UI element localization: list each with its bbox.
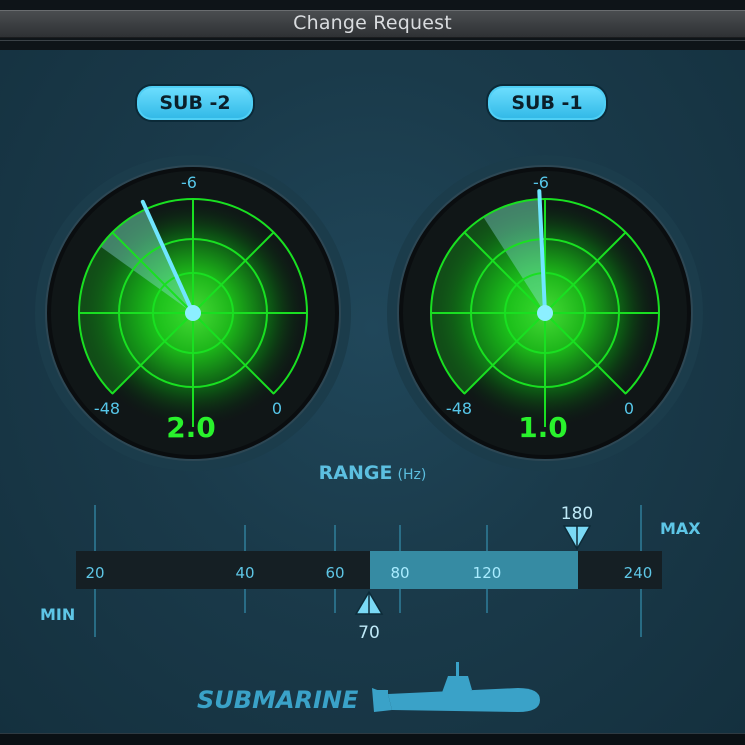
range-label: RANGE — [318, 462, 393, 484]
title-bar: Change Request — [0, 0, 745, 50]
range-slider[interactable]: 20 40 60 80 120 240 180 70 MIN MAX — [0, 500, 745, 650]
meter-scale-top: -6 — [181, 173, 197, 192]
meter-scale-top: -6 — [533, 173, 549, 192]
meter-value-readout: 2.0 — [166, 411, 216, 444]
range-tick: 120 — [473, 564, 502, 582]
range-unit: (Hz) — [397, 467, 427, 483]
sub-2-button[interactable]: SUB -2 — [135, 84, 255, 122]
plugin-window: Change Request SUB -2 SUB -1 -6 -48 0 2.… — [0, 0, 745, 745]
bottom-bar — [0, 733, 745, 745]
meter-scale-left: -48 — [446, 399, 472, 418]
sub-1-meter[interactable]: -6 -48 0 1.0 — [385, 153, 705, 473]
meter-needle-hub — [185, 305, 201, 321]
meter-scale-right: 0 — [624, 399, 634, 418]
range-high-handle[interactable] — [562, 525, 592, 551]
range-min-label: MIN — [40, 605, 75, 624]
title-divider — [0, 40, 745, 41]
range-tick: 20 — [85, 564, 104, 582]
meter-value-readout: 1.0 — [518, 411, 568, 444]
sub-2-meter[interactable]: -6 -48 0 2.0 — [33, 153, 353, 473]
meter-scale-left: -48 — [94, 399, 120, 418]
range-high-value: 180 — [561, 504, 593, 524]
range-max-label: MAX — [660, 519, 701, 538]
range-heading: RANGE (Hz) — [0, 462, 745, 484]
range-tick: 80 — [390, 564, 409, 582]
range-tick: 240 — [624, 564, 653, 582]
submarine-icon — [372, 662, 540, 712]
range-tick: 40 — [235, 564, 254, 582]
meter-scale-right: 0 — [272, 399, 282, 418]
range-tick: 60 — [325, 564, 344, 582]
submarine-logo-text: SUBMARINE — [197, 686, 359, 714]
meter-needle-hub — [537, 305, 553, 321]
window-title: Change Request — [293, 12, 452, 34]
sub-1-button[interactable]: SUB -1 — [486, 84, 608, 122]
range-low-handle[interactable] — [354, 590, 384, 615]
range-low-value: 70 — [358, 623, 380, 643]
